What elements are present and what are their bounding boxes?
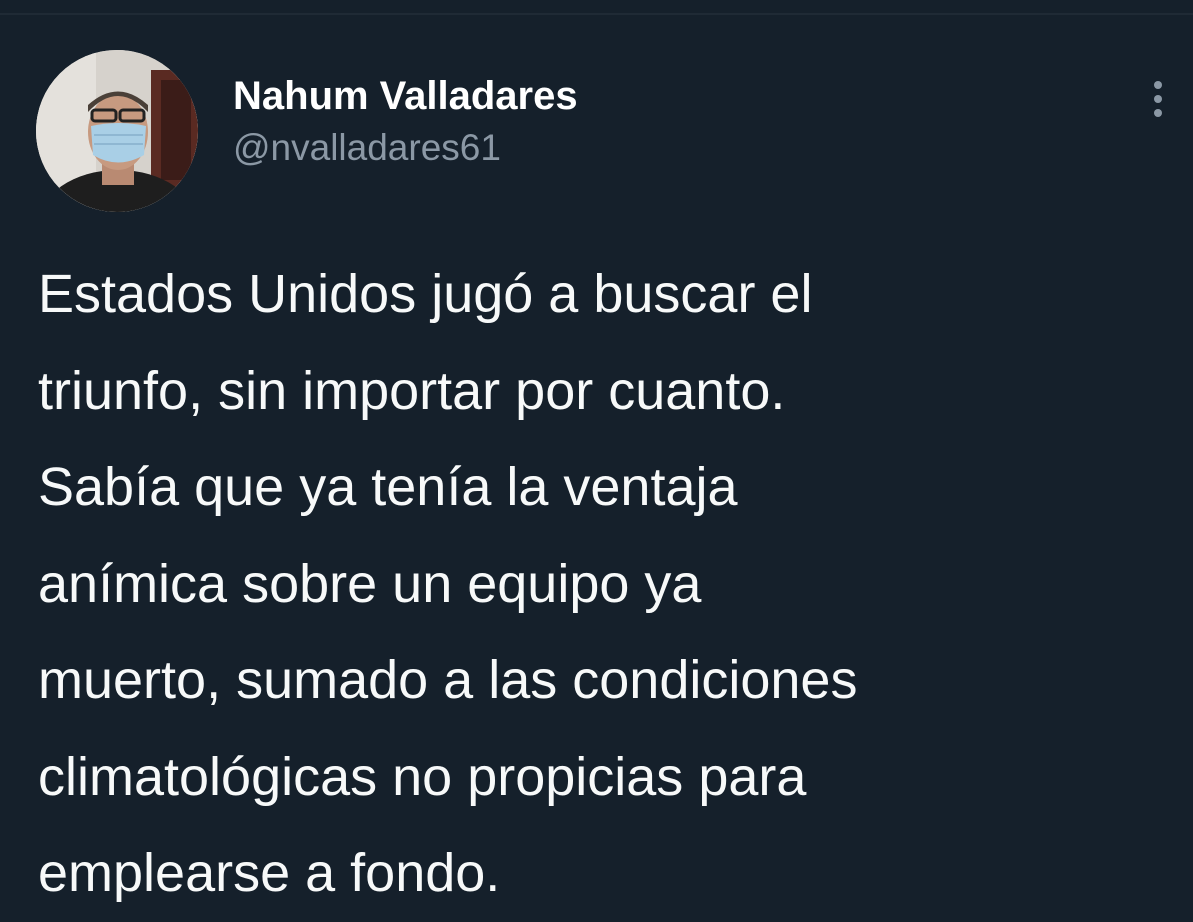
tweet-card[interactable]: Nahum Valladares @nvalladares61 Estados … bbox=[0, 0, 1193, 918]
more-options-button[interactable] bbox=[1138, 74, 1178, 124]
avatar-photo-icon bbox=[36, 50, 198, 212]
tweet-text: Estados Unidos jugó a buscar el triunfo,… bbox=[38, 264, 858, 903]
author-avatar[interactable] bbox=[36, 50, 198, 212]
author-handle[interactable]: @nvalladares61 bbox=[233, 126, 578, 170]
more-vertical-icon bbox=[1154, 81, 1162, 117]
author-info[interactable]: Nahum Valladares @nvalladares61 bbox=[233, 72, 578, 170]
author-display-name[interactable]: Nahum Valladares bbox=[233, 72, 578, 120]
